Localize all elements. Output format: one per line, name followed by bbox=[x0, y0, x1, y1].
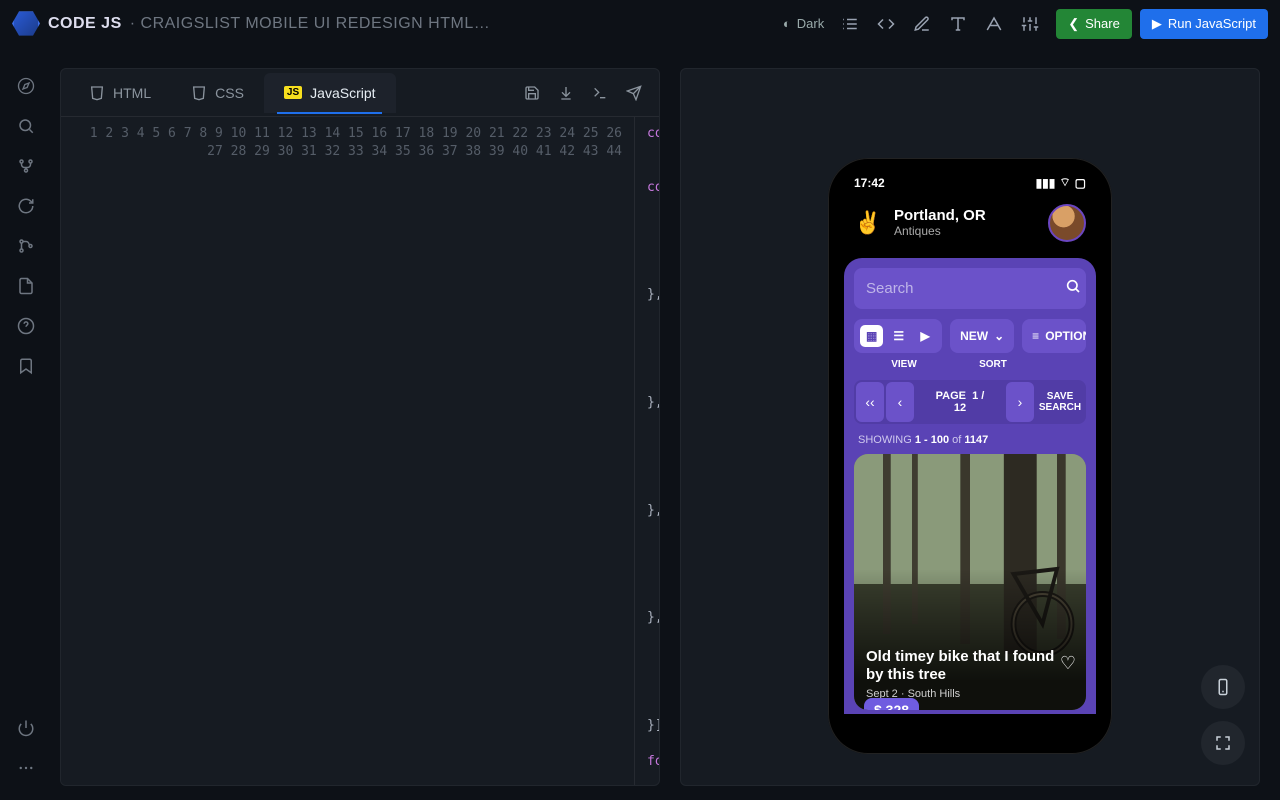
options-button[interactable]: ≡ OPTIONS bbox=[1022, 319, 1086, 353]
save-file-icon[interactable] bbox=[515, 76, 549, 110]
font-icon[interactable] bbox=[976, 6, 1012, 42]
device-toggle-button[interactable] bbox=[1201, 665, 1245, 709]
tab-css-label: CSS bbox=[215, 85, 244, 101]
price-tag: $ 328 bbox=[864, 698, 919, 710]
view-label: VIEW bbox=[856, 359, 952, 370]
device-frame: 17:42 ▮▮▮ ⌔ ▢ ✌ Portland, OR Antiques bbox=[828, 158, 1112, 754]
grid-view-icon[interactable]: ▦ bbox=[860, 325, 883, 347]
text-style-icon[interactable] bbox=[940, 6, 976, 42]
gutter: 1 2 3 4 5 6 7 8 9 10 11 12 13 14 15 16 1… bbox=[61, 117, 635, 785]
pager: ‹‹ ‹ PAGE 1 / 12 › SAVE SEARCH bbox=[854, 380, 1086, 424]
avatar[interactable] bbox=[1048, 204, 1086, 242]
view-toggle[interactable]: ▦ ☰ ▶ bbox=[854, 319, 942, 353]
editor-panel: HTML CSS JS JavaScript 1 2 3 4 5 6 7 8 9… bbox=[60, 68, 660, 786]
pager-display: PAGE 1 / 12 bbox=[916, 390, 1004, 414]
media-view-icon[interactable]: ▶ bbox=[914, 325, 936, 347]
fullscreen-button[interactable] bbox=[1201, 721, 1245, 765]
more-icon[interactable] bbox=[8, 750, 44, 786]
send-icon[interactable] bbox=[617, 76, 651, 110]
html-shield-icon bbox=[89, 85, 105, 101]
search-input[interactable] bbox=[866, 280, 1065, 297]
brand-text: CODE JS bbox=[48, 15, 122, 33]
list-view-icon[interactable]: ☰ bbox=[887, 325, 910, 347]
left-rail bbox=[0, 48, 52, 800]
download-icon[interactable] bbox=[549, 76, 583, 110]
listing-title: Old timey bike that I found by this tree bbox=[866, 648, 1074, 684]
share-button[interactable]: ❮ Share bbox=[1056, 9, 1132, 39]
run-label: Run JavaScript bbox=[1168, 16, 1256, 31]
code-icon[interactable] bbox=[868, 6, 904, 42]
list-icon[interactable] bbox=[832, 6, 868, 42]
tab-html-label: HTML bbox=[113, 85, 151, 101]
search-icon[interactable] bbox=[1065, 278, 1081, 299]
location-title: Portland, OR bbox=[894, 207, 986, 224]
brand: CODE JS bbox=[12, 10, 122, 38]
signal-icon: ▮▮▮ bbox=[1036, 176, 1056, 190]
half-moon-icon: ◐ bbox=[783, 16, 791, 31]
battery-icon: ▢ bbox=[1075, 176, 1086, 190]
tab-js[interactable]: JS JavaScript bbox=[264, 73, 396, 113]
share-icon: ❮ bbox=[1068, 16, 1079, 32]
options-label: OPTIONS bbox=[1045, 329, 1086, 343]
refresh-icon[interactable] bbox=[8, 188, 44, 224]
terminal-icon[interactable] bbox=[583, 76, 617, 110]
sort-dropdown[interactable]: NEW ⌄ bbox=[950, 319, 1014, 353]
bookmark-icon[interactable] bbox=[8, 348, 44, 384]
help-icon[interactable] bbox=[8, 308, 44, 344]
options-icon: ≡ bbox=[1032, 329, 1039, 343]
code-area[interactable]: const listings = document.getElementById… bbox=[635, 117, 659, 785]
pager-next-icon[interactable]: › bbox=[1006, 382, 1034, 422]
chevron-down-icon: ⌄ bbox=[994, 329, 1004, 343]
device-screen: 17:42 ▮▮▮ ⌔ ▢ ✌ Portland, OR Antiques bbox=[838, 168, 1102, 744]
theme-label: Dark bbox=[797, 16, 824, 31]
controls-section: ▦ ☰ ▶ NEW ⌄ ≡ OPTIONS bbox=[844, 258, 1096, 714]
save-search-button[interactable]: SAVE SEARCH bbox=[1036, 391, 1084, 413]
search-icon[interactable] bbox=[8, 108, 44, 144]
file-icon[interactable] bbox=[8, 268, 44, 304]
sort-label: SORT bbox=[952, 359, 1034, 370]
showing-text: SHOWING 1 - 100 of 1147 bbox=[854, 424, 1086, 454]
favorite-heart-icon[interactable]: ♡ bbox=[1060, 653, 1076, 674]
play-icon: ▶ bbox=[1152, 16, 1162, 32]
listing-card[interactable]: Old timey bike that I found by this tree… bbox=[854, 454, 1086, 710]
compass-icon[interactable] bbox=[8, 68, 44, 104]
peace-hand-icon: ✌ bbox=[854, 210, 882, 236]
css-shield-icon bbox=[191, 85, 207, 101]
power-icon[interactable] bbox=[8, 710, 44, 746]
branch-icon[interactable] bbox=[8, 228, 44, 264]
fork-icon[interactable] bbox=[8, 148, 44, 184]
edit-icon[interactable] bbox=[904, 6, 940, 42]
share-label: Share bbox=[1085, 16, 1120, 31]
code-editor[interactable]: 1 2 3 4 5 6 7 8 9 10 11 12 13 14 15 16 1… bbox=[61, 117, 659, 785]
editor-tabs: HTML CSS JS JavaScript bbox=[61, 69, 659, 117]
project-title: · CRAIGSLIST MOBILE UI REDESIGN HTML… bbox=[130, 15, 490, 33]
logo-icon bbox=[12, 10, 40, 38]
js-badge-icon: JS bbox=[284, 86, 302, 99]
tab-js-label: JavaScript bbox=[310, 85, 375, 101]
wifi-icon: ⌔ bbox=[1059, 175, 1070, 190]
tab-css[interactable]: CSS bbox=[171, 73, 264, 113]
top-bar: CODE JS · CRAIGSLIST MOBILE UI REDESIGN … bbox=[0, 0, 1280, 48]
sort-value: NEW bbox=[960, 329, 988, 343]
search-input-wrap[interactable] bbox=[854, 268, 1086, 309]
preview-panel: 17:42 ▮▮▮ ⌔ ▢ ✌ Portland, OR Antiques bbox=[680, 68, 1260, 786]
app-header: ✌ Portland, OR Antiques bbox=[838, 190, 1102, 258]
category-subtitle: Antiques bbox=[894, 224, 986, 238]
sliders-icon[interactable] bbox=[1012, 6, 1048, 42]
pager-prev-icon[interactable]: ‹ bbox=[886, 382, 914, 422]
theme-toggle[interactable]: ◐ Dark bbox=[775, 12, 832, 35]
notch bbox=[910, 168, 1030, 192]
run-button[interactable]: ▶ Run JavaScript bbox=[1140, 9, 1268, 39]
tab-html[interactable]: HTML bbox=[69, 73, 171, 113]
pager-first-icon[interactable]: ‹‹ bbox=[856, 382, 884, 422]
status-time: 17:42 bbox=[854, 176, 885, 190]
